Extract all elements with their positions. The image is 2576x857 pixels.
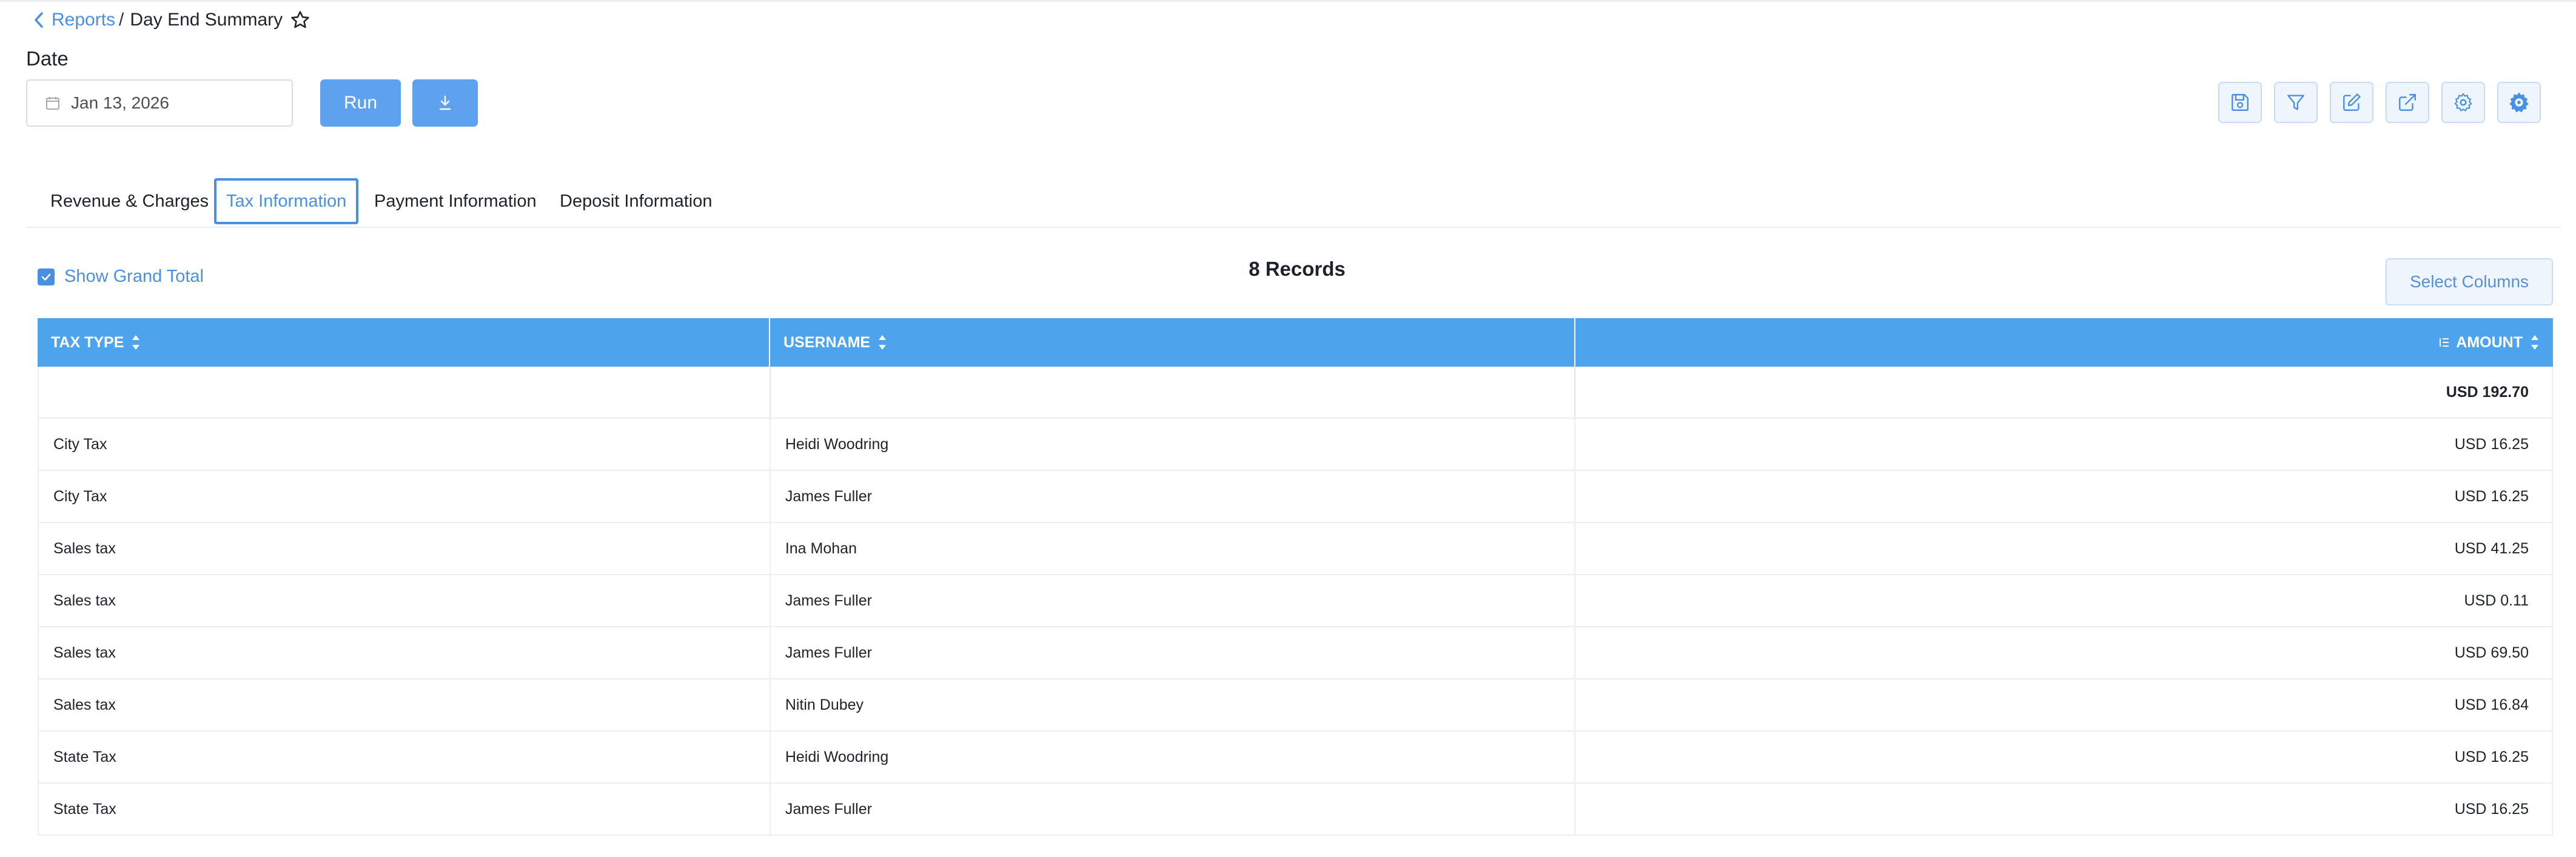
table-row[interactable]: City Tax James Fuller USD 16.25 [38, 471, 2553, 523]
cell-tax-type: Sales tax [39, 627, 771, 678]
export-icon [2399, 94, 2416, 111]
breadcrumb-reports-link[interactable]: Reports [52, 10, 115, 30]
cell-tax-type: Sales tax [39, 523, 771, 574]
table-row[interactable]: Sales tax James Fuller USD 0.11 [38, 575, 2553, 627]
filter-icon [2287, 95, 2304, 110]
filter-button[interactable] [2274, 82, 2318, 123]
gear-badge-button[interactable] [2497, 82, 2541, 123]
run-button[interactable]: Run [320, 79, 401, 127]
report-tabs: Revenue & Charges Tax Information Paymen… [26, 176, 2561, 228]
cell-amount: USD 16.25 [2454, 487, 2529, 505]
cell-username: Heidi Woodring [771, 732, 1575, 782]
tab-revenue-charges[interactable]: Revenue & Charges [50, 178, 209, 224]
settings-icon [2454, 93, 2472, 112]
cell-amount: USD 16.84 [2454, 696, 2529, 713]
calendar-icon [45, 96, 60, 110]
cell-amount: USD 16.25 [2454, 748, 2529, 765]
grand-total-username [771, 367, 1575, 418]
cell-amount: USD 41.25 [2454, 539, 2529, 557]
cell-username: James Fuller [771, 627, 1575, 678]
sort-icon[interactable] [877, 332, 887, 353]
breadcrumb: Reports / Day End Summary [33, 10, 310, 30]
tab-tax-information[interactable]: Tax Information [214, 178, 359, 224]
edit-icon [2343, 93, 2361, 111]
table-row[interactable]: Sales tax Ina Mohan USD 41.25 [38, 523, 2553, 575]
table-row[interactable]: Sales tax Nitin Dubey USD 16.84 [38, 679, 2553, 732]
table-header: TAX TYPE USERNAME AMOUNT [38, 318, 2553, 367]
date-value: Jan 13, 2026 [71, 93, 169, 112]
records-count-text: 8 Records [1249, 258, 1346, 280]
grand-total-tax-type [39, 367, 771, 418]
cell-amount: USD 0.11 [2464, 592, 2529, 609]
table-row[interactable]: City Tax Heidi Woodring USD 16.25 [38, 419, 2553, 471]
tab-payment-information[interactable]: Payment Information [374, 178, 537, 224]
sort-icon[interactable] [131, 332, 141, 353]
cell-username: James Fuller [771, 784, 1575, 835]
cell-tax-type: State Tax [39, 784, 771, 835]
column-header-label: USERNAME [783, 333, 871, 351]
cell-tax-type: Sales tax [39, 679, 771, 730]
sort-icon[interactable] [2530, 332, 2540, 353]
gear-badge-icon [2509, 92, 2529, 113]
tax-table: TAX TYPE USERNAME AMOUNT USD 192.70 City… [38, 318, 2553, 836]
cell-amount: USD 69.50 [2454, 644, 2529, 661]
column-header-amount[interactable]: AMOUNT [1575, 318, 2553, 367]
cell-tax-type: City Tax [39, 419, 771, 470]
download-button[interactable] [412, 79, 478, 127]
select-columns-button[interactable]: Select Columns [2386, 258, 2553, 305]
cell-username: Heidi Woodring [771, 419, 1575, 470]
aggregate-icon [2439, 336, 2450, 348]
cell-amount: USD 16.25 [2454, 800, 2529, 818]
table-row[interactable]: Sales tax James Fuller USD 69.50 [38, 627, 2553, 679]
breadcrumb-separator: / [119, 10, 124, 30]
records-count: 8 Records [0, 258, 2576, 281]
column-header-label: TAX TYPE [51, 333, 124, 351]
export-button[interactable] [2386, 82, 2429, 123]
cell-amount: USD 16.25 [2454, 435, 2529, 453]
cell-username: James Fuller [771, 575, 1575, 626]
download-icon [439, 95, 451, 110]
cell-tax-type: State Tax [39, 732, 771, 782]
grand-total-amount: USD 192.70 [2446, 383, 2529, 401]
settings-button[interactable] [2441, 82, 2485, 123]
cell-tax-type: Sales tax [39, 575, 771, 626]
edit-button[interactable] [2330, 82, 2373, 123]
table-row[interactable]: State Tax James Fuller USD 16.25 [38, 784, 2553, 836]
date-picker-input[interactable]: Jan 13, 2026 [26, 79, 293, 127]
cell-tax-type: City Tax [39, 471, 771, 522]
save-icon [2232, 94, 2249, 111]
column-header-label: AMOUNT [2456, 333, 2523, 351]
chevron-left-icon[interactable] [33, 12, 44, 28]
report-toolbar [2218, 82, 2541, 123]
column-header-tax-type[interactable]: TAX TYPE [38, 318, 770, 367]
save-button[interactable] [2218, 82, 2262, 123]
tab-deposit-information[interactable]: Deposit Information [560, 178, 712, 224]
date-label: Date [26, 47, 69, 70]
page-title: Day End Summary [130, 10, 283, 30]
grand-total-row: USD 192.70 [38, 367, 2553, 419]
star-icon[interactable] [290, 10, 310, 30]
cell-username: Ina Mohan [771, 523, 1575, 574]
column-header-username[interactable]: USERNAME [770, 318, 1575, 367]
top-divider [0, 0, 2576, 2]
cell-username: Nitin Dubey [771, 679, 1575, 730]
table-row[interactable]: State Tax Heidi Woodring USD 16.25 [38, 732, 2553, 784]
cell-username: James Fuller [771, 471, 1575, 522]
